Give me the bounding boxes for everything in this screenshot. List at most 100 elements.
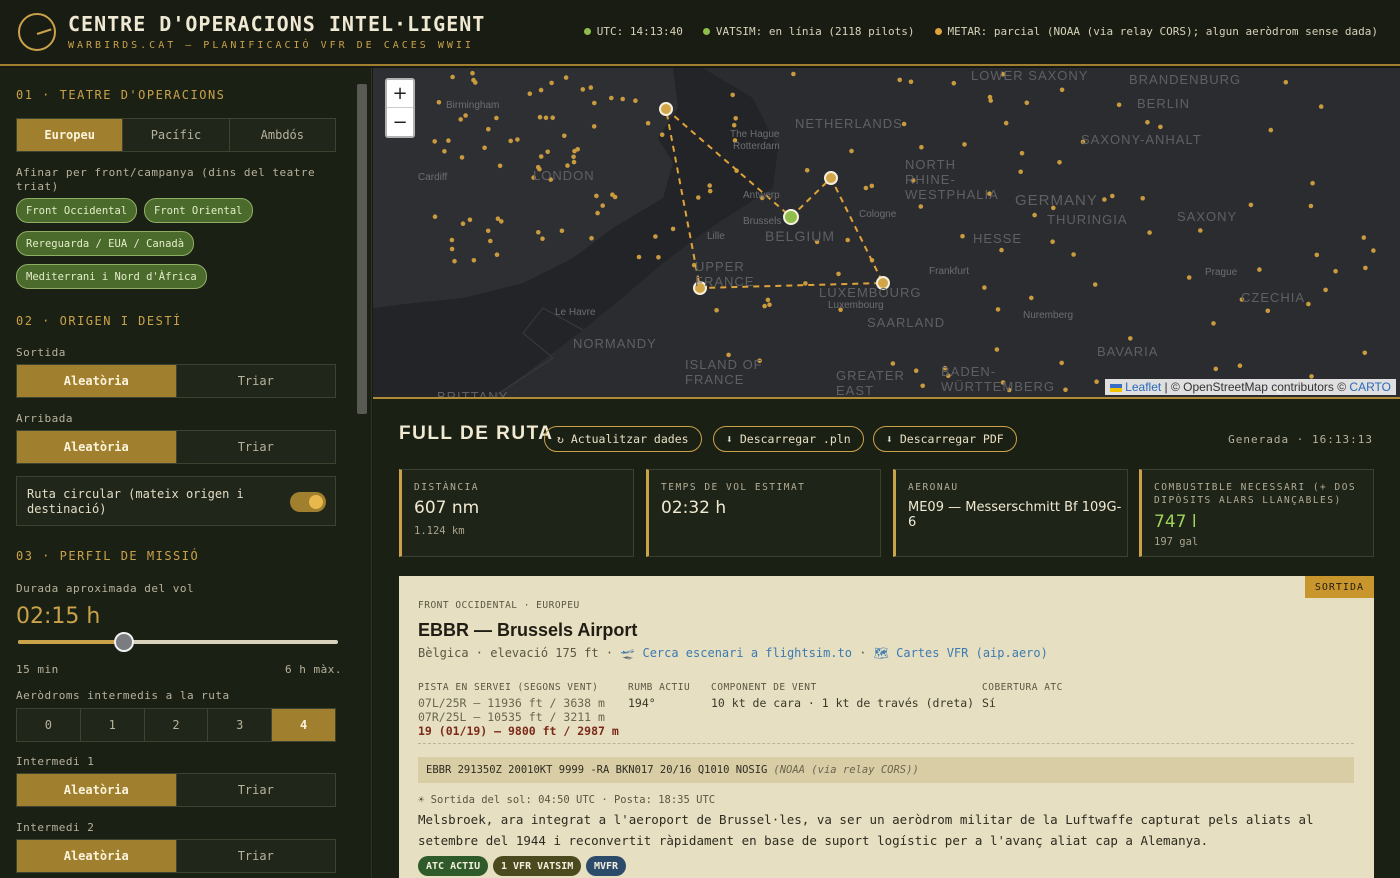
chip-rear-usa-canada[interactable]: Rereguarda / EUA / Canadà — [16, 231, 195, 256]
chip-mediterranean[interactable]: Mediterrani i Nord d'Àfrica — [16, 264, 207, 289]
airfield-dot[interactable] — [580, 87, 586, 92]
airfield-dot[interactable] — [482, 145, 487, 151]
airfield-dot[interactable] — [962, 142, 967, 147]
airfield-dot[interactable] — [471, 77, 476, 83]
airfield-dot[interactable] — [659, 132, 665, 137]
circular-route-toggle[interactable] — [290, 492, 326, 512]
airfield-dot[interactable] — [730, 92, 735, 98]
airfield-dot[interactable] — [908, 79, 914, 85]
airfield-dot[interactable] — [549, 80, 554, 86]
vfr-charts-link[interactable]: 🗺 Cartes VFR (aip.aero) — [874, 646, 1048, 660]
airfield-dot[interactable] — [1147, 230, 1152, 235]
airfield-dot[interactable] — [1050, 239, 1055, 244]
airfield-dot[interactable] — [1032, 212, 1037, 218]
airfield-dot[interactable] — [920, 383, 925, 389]
airfield-dot[interactable] — [591, 124, 597, 129]
airfield-dot[interactable] — [571, 154, 576, 160]
airfield-dot[interactable] — [495, 216, 501, 221]
flightsim-link[interactable]: 🛫 Cerca escenari a flightsim.to — [620, 646, 852, 660]
airfield-dot[interactable] — [988, 98, 993, 103]
airfield-dot[interactable] — [488, 238, 493, 244]
airfield-dot[interactable] — [1309, 374, 1314, 379]
airfield-dot[interactable] — [1145, 120, 1150, 125]
leaflet-link[interactable]: Leaflet — [1125, 380, 1161, 394]
airfield-dot[interactable] — [537, 114, 543, 120]
airfield-dot[interactable] — [432, 139, 437, 144]
airfield-dot[interactable] — [1092, 282, 1098, 287]
airfield-dot[interactable] — [460, 221, 466, 226]
airfield-dot[interactable] — [1057, 160, 1062, 165]
airfield-dot[interactable] — [1158, 124, 1163, 130]
airfield-dot[interactable] — [803, 281, 808, 286]
departure-random-button[interactable]: Aleatòria — [17, 365, 177, 397]
airfield-dot[interactable] — [543, 115, 549, 121]
airfield-dot[interactable] — [845, 237, 850, 243]
airfield-dot[interactable] — [897, 77, 902, 83]
airfield-dot[interactable] — [436, 100, 442, 105]
airfield-dot[interactable] — [653, 234, 658, 239]
intermediate2-choose-button[interactable]: Triar — [176, 840, 335, 872]
airfield-dot[interactable] — [960, 233, 965, 239]
airfield-dot[interactable] — [459, 155, 465, 160]
airfield-dot[interactable] — [1102, 197, 1107, 202]
airfield-dot[interactable] — [636, 254, 642, 260]
intermediate-count-4[interactable]: 4 — [272, 709, 335, 741]
airfield-dot[interactable] — [442, 149, 447, 154]
airfield-dot[interactable] — [1116, 102, 1122, 108]
airfield-dot[interactable] — [508, 138, 513, 144]
airfield-dot[interactable] — [536, 230, 541, 235]
airfield-dot[interactable] — [731, 122, 737, 128]
scrollbar-thumb[interactable] — [357, 84, 367, 414]
airfield-dot[interactable] — [563, 75, 569, 80]
airfield-dot[interactable] — [1059, 360, 1064, 366]
airfield-dot[interactable] — [1018, 169, 1023, 175]
airfield-dot[interactable] — [1128, 336, 1133, 341]
arrival-choose-button[interactable]: Triar — [176, 431, 335, 463]
airfield-dot[interactable] — [994, 347, 1000, 352]
airfield-dot[interactable] — [1237, 363, 1243, 369]
airfield-dot[interactable] — [863, 185, 869, 191]
waypoint-marker[interactable] — [824, 171, 838, 185]
airfield-dot[interactable] — [1306, 301, 1311, 307]
airfield-dot[interactable] — [1310, 180, 1315, 186]
airfield-dot[interactable] — [633, 98, 638, 103]
airfield-dot[interactable] — [458, 117, 463, 122]
airfield-dot[interactable] — [588, 85, 594, 90]
airfield-dot[interactable] — [1003, 120, 1009, 126]
zoom-out-button[interactable]: − — [387, 108, 413, 136]
slider-handle[interactable] — [113, 632, 134, 652]
airfield-dot[interactable] — [1371, 248, 1376, 253]
airfield-dot[interactable] — [463, 113, 468, 118]
airfield-dot[interactable] — [452, 258, 457, 264]
airfield-dot[interactable] — [620, 96, 625, 102]
airfield-dot[interactable] — [1140, 196, 1145, 201]
airfield-dot[interactable] — [1268, 127, 1274, 133]
airfield-dot[interactable] — [1314, 252, 1320, 258]
airfield-dot[interactable] — [918, 204, 924, 209]
intermediate-count-2[interactable]: 2 — [144, 709, 209, 741]
airfield-dot[interactable] — [714, 308, 719, 313]
airfield-dot[interactable] — [449, 246, 455, 252]
airfield-dot[interactable] — [1318, 104, 1324, 109]
airfield-dot[interactable] — [450, 74, 455, 80]
zoom-in-button[interactable]: + — [387, 80, 413, 108]
airfield-dot[interactable] — [550, 115, 555, 120]
airfield-dot[interactable] — [1063, 387, 1068, 393]
airfield-dot[interactable] — [497, 163, 503, 169]
airfield-dot[interactable] — [467, 217, 473, 223]
airfield-dot[interactable] — [1198, 228, 1203, 233]
airfield-dot[interactable] — [470, 70, 475, 76]
airfield-dot[interactable] — [804, 168, 810, 173]
departure-marker[interactable] — [783, 209, 799, 225]
airfield-dot[interactable] — [767, 302, 772, 307]
airfield-dot[interactable] — [538, 87, 544, 93]
airfield-dot[interactable] — [707, 183, 712, 188]
waypoint-marker[interactable] — [659, 102, 673, 116]
download-pdf-button[interactable]: ⬇ Descarregar PDF — [873, 426, 1017, 452]
intermediate-count-3[interactable]: 3 — [208, 709, 273, 741]
airfield-dot[interactable] — [594, 193, 599, 199]
airfield-dot[interactable] — [1308, 203, 1314, 209]
airfield-dot[interactable] — [1211, 321, 1216, 326]
airfield-dot[interactable] — [449, 237, 455, 243]
airfield-dot[interactable] — [471, 258, 477, 263]
